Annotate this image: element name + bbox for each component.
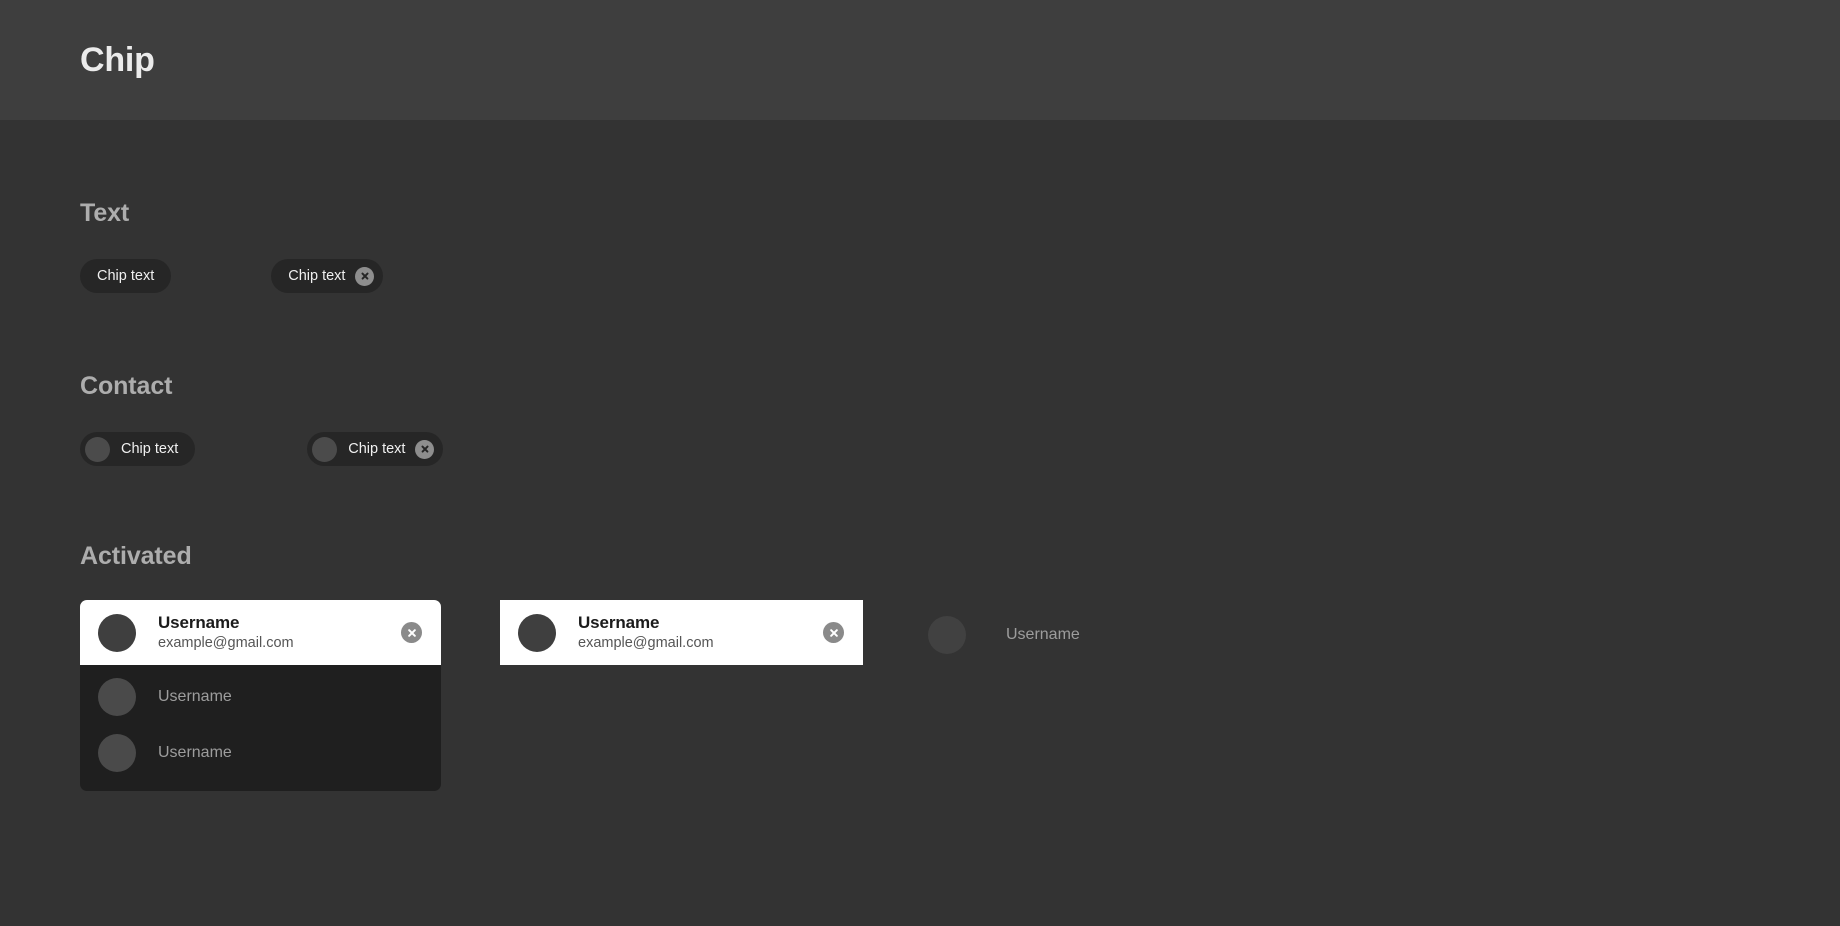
list-item[interactable]: Username [928,607,1080,663]
activated-dropdown: Username Username [80,665,441,791]
chip-contact-plain[interactable]: Chip text [80,432,196,466]
chip-label: Chip text [288,267,346,284]
text-chip-row: Chip text Chip text [80,259,1760,293]
activated-card-meta: Username example@gmail.com [158,612,401,654]
section-title-text: Text [80,199,130,227]
close-circle-icon[interactable] [823,622,844,643]
activated-card-username: Username [578,612,660,632]
avatar-icon [98,613,136,652]
activated-card-email: example@gmail.com [158,634,294,651]
activated-row: Username example@gmail.com Username User… [80,600,1760,791]
section-title-activated: Activated [80,542,192,570]
section-contact: Contact Chip text Chip text [80,293,1760,466]
avatar-icon [98,678,136,716]
chip-contact-dismissible[interactable]: Chip text [307,432,444,466]
chip-text-plain[interactable]: Chip text [80,259,172,293]
section-activated: Activated Username example@gmail.com Use… [80,466,1760,791]
page-body: Text Chip text Chip text Contact Chip te… [0,120,1840,926]
avatar-icon [518,613,556,652]
chip-label: Chip text [348,440,406,457]
list-item[interactable]: Username [80,725,441,781]
list-item-label: Username [158,688,232,705]
contact-chip-row: Chip text Chip text [80,432,1760,466]
chip-label: Chip text [121,440,179,457]
activated-group-standalone: Username example@gmail.com [500,600,863,665]
close-circle-icon[interactable] [401,622,422,643]
list-item-label: Username [1006,626,1080,643]
close-circle-icon[interactable] [355,266,375,286]
list-item-label: Username [158,744,232,761]
avatar-icon [85,436,110,462]
section-text: Text Chip text Chip text [80,120,1760,293]
activated-card-username: Username [158,612,240,632]
activated-card-primary[interactable]: Username example@gmail.com [80,600,441,665]
avatar-icon [312,436,338,462]
app-bar: Chip [0,0,1840,120]
activated-group-plain: Username [928,600,1080,663]
avatar-icon [928,616,966,654]
avatar-icon [98,734,136,772]
page-title: Chip [80,40,155,79]
activated-card-meta: Username example@gmail.com [578,612,823,654]
activated-card-email: example@gmail.com [578,634,714,651]
close-circle-icon[interactable] [415,439,435,459]
list-item[interactable]: Username [80,669,441,725]
activated-card-secondary[interactable]: Username example@gmail.com [500,600,863,665]
chip-text-dismissible[interactable]: Chip text [271,259,384,293]
chip-label: Chip text [97,267,155,284]
section-title-contact: Contact [80,372,173,400]
activated-group-expanded: Username example@gmail.com Username User… [80,600,441,791]
